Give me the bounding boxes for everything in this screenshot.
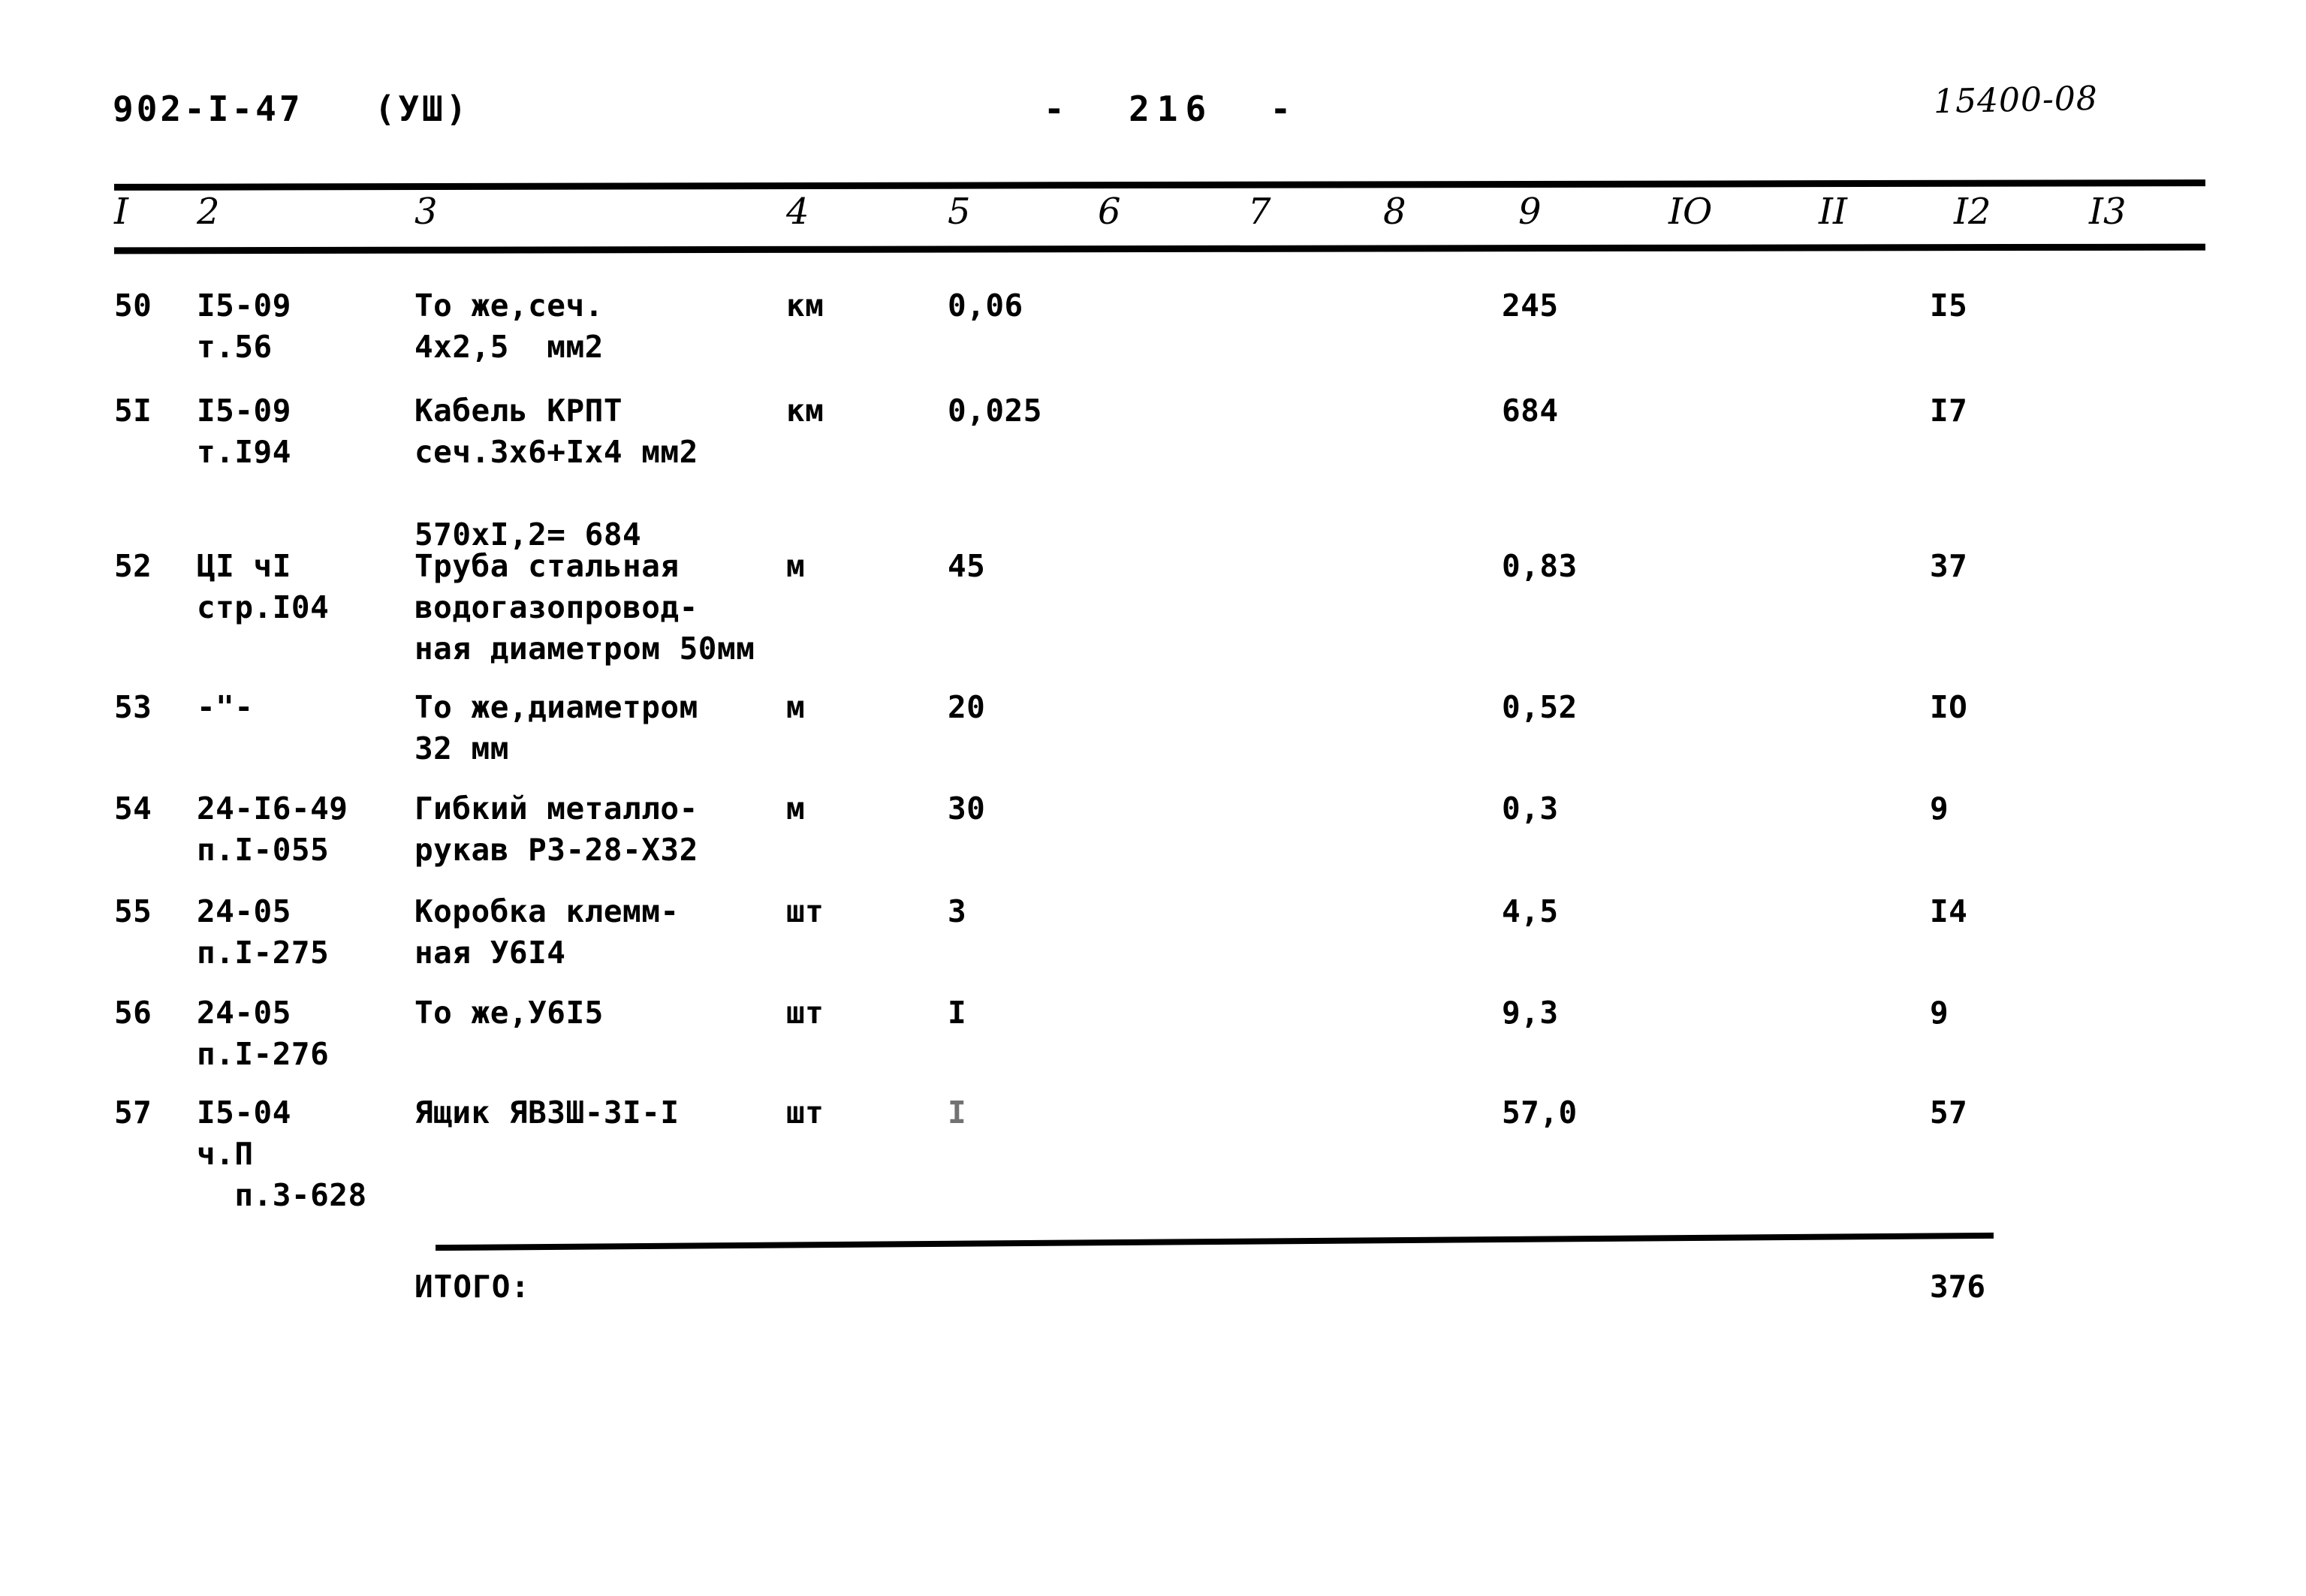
row-description: Гибкий металло- рукав РЗ-28-Х32 <box>414 790 698 868</box>
row-sum: 57 <box>1930 1095 1968 1131</box>
total-value: 376 <box>1930 1269 1986 1305</box>
scanned-page: 902-I-47 (УШ) - 216 - 15400-08 I23456789… <box>0 0 2306 1596</box>
row-sum: IO <box>1930 689 1968 725</box>
row-unit: шт <box>786 1095 824 1131</box>
row-price: 0,52 <box>1502 689 1578 725</box>
row-price: 9,3 <box>1502 995 1559 1031</box>
row-price: 684 <box>1502 393 1559 429</box>
row-code: -"- <box>197 689 254 725</box>
row-price: 4,5 <box>1502 893 1559 929</box>
row-quantity: 3 <box>948 893 967 929</box>
row-description: Труба стальная водогазопровод- ная диаме… <box>414 548 755 667</box>
row-unit: м <box>786 790 806 827</box>
row-code: I5-04 ч.П п.3-628 <box>197 1095 367 1213</box>
row-number: 56 <box>114 995 152 1031</box>
row-unit: шт <box>786 893 824 929</box>
row-sum: I5 <box>1930 288 1968 324</box>
row-description: Ящик ЯВЗШ-3I-I <box>414 1095 680 1131</box>
row-quantity: 0,025 <box>948 393 1042 429</box>
row-description: То же,диаметром 32 мм <box>414 689 698 766</box>
row-number: 50 <box>114 288 152 324</box>
row-number: 54 <box>114 790 152 827</box>
row-number: 52 <box>114 548 152 584</box>
row-sum: I7 <box>1930 393 1968 429</box>
row-unit: шт <box>786 995 824 1031</box>
row-description: То же,У6I5 <box>414 995 604 1031</box>
row-code: I5-09 т.I94 <box>197 393 291 470</box>
row-quantity: 45 <box>948 548 986 584</box>
row-sum: 9 <box>1930 995 1949 1031</box>
row-quantity: 0,06 <box>948 288 1023 324</box>
table-body: 50 I5-09 т.56 То же,сеч. 4х2,5 мм2 км 0,06 24… <box>0 0 2306 1596</box>
row-code: 24-05 п.I-276 <box>197 995 330 1072</box>
row-code: I5-09 т.56 <box>197 288 291 365</box>
row-quantity: I <box>948 1095 967 1131</box>
row-sum: 9 <box>1930 790 1949 827</box>
row-price: 0,83 <box>1502 548 1578 584</box>
row-sum: 37 <box>1930 548 1968 584</box>
row-code: 24-05 п.I-275 <box>197 893 330 971</box>
row-unit: м <box>786 689 806 725</box>
row-price: 0,3 <box>1502 790 1559 827</box>
row-sum: I4 <box>1930 893 1968 929</box>
row-quantity: 30 <box>948 790 986 827</box>
row-code: ЦI чI стр.I04 <box>197 548 330 625</box>
row-number: 53 <box>114 689 152 725</box>
total-label: ИТОГО: <box>414 1269 531 1305</box>
row-quantity: I <box>948 995 967 1031</box>
row-unit: км <box>786 288 824 324</box>
row-description: То же,сеч. 4х2,5 мм2 <box>414 288 604 365</box>
row-number: 5I <box>114 393 152 429</box>
row-quantity: 20 <box>948 689 986 725</box>
row-description: Кабель КРПТ сеч.3х6+Iх4 мм2 570хI,2= 684 <box>414 393 698 553</box>
row-description: Коробка клемм- ная У6I4 <box>414 893 680 971</box>
row-price: 57,0 <box>1502 1095 1578 1131</box>
row-code: 24-I6-49 п.I-055 <box>197 790 348 868</box>
row-number: 57 <box>114 1095 152 1131</box>
row-number: 55 <box>114 893 152 929</box>
row-price: 245 <box>1502 288 1559 324</box>
row-unit: км <box>786 393 824 429</box>
row-unit: м <box>786 548 806 584</box>
